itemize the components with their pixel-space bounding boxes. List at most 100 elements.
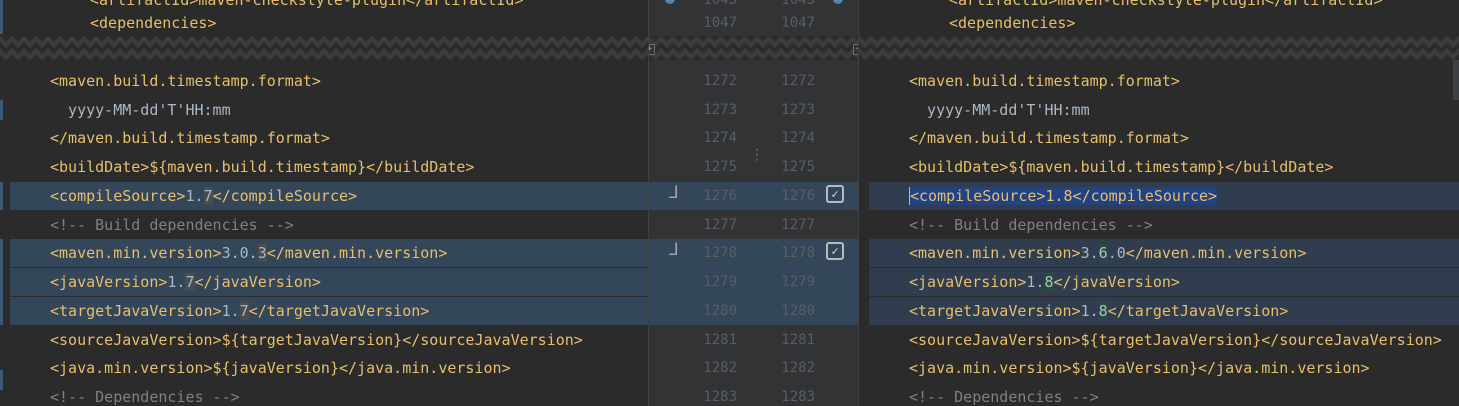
- line-number-right: 1276: [781, 188, 815, 204]
- code-text: <artifactId>maven-checkstyle-plugin</art…: [90, 0, 524, 9]
- collapsed-region-strip[interactable]: [649, 36, 858, 60]
- code-line-1273-right[interactable]: yyyy-MM-dd'T'HH:mm: [859, 96, 1459, 124]
- code-line-1272-right[interactable]: <maven.build.timestamp.format>: [859, 67, 1459, 95]
- diff-gutter: 1045 1045 1047 1047 + + 1272 1272 1273 1…: [648, 0, 859, 406]
- code-line-1274-left[interactable]: </maven.build.timestamp.format>: [0, 124, 648, 152]
- code-tag: </targetJavaVersion>: [248, 302, 430, 320]
- code-line-1280-left[interactable]: <targetJavaVersion>1.7</targetJavaVersio…: [10, 297, 648, 325]
- right-editor-pane[interactable]: <artifactId>maven-checkstyle-plugin</art…: [859, 0, 1459, 406]
- fold-expand-icon[interactable]: +: [649, 44, 655, 55]
- line-number-left: 1281: [703, 332, 737, 348]
- line-number-left: 1275: [703, 159, 737, 175]
- code-tag: </targetJavaVersion>: [1107, 302, 1289, 320]
- code-line-1283-right[interactable]: <!-- Dependencies -->: [859, 383, 1459, 406]
- code-text: </maven.build.timestamp.format>: [50, 129, 330, 147]
- code-text: <artifactId>maven-checkstyle-plugin</art…: [949, 0, 1383, 9]
- code-line-1272-left[interactable]: <maven.build.timestamp.format>: [0, 67, 648, 95]
- line-number-left: 1272: [703, 73, 737, 89]
- code-line-1274-right[interactable]: </maven.build.timestamp.format>: [859, 124, 1459, 152]
- code-line-1275-right[interactable]: <buildDate>${maven.build.timestamp}</bui…: [859, 153, 1459, 181]
- changed-char: 7: [185, 273, 195, 291]
- line-number-right: 1279: [781, 274, 815, 290]
- changed-char: 8: [1044, 273, 1054, 291]
- code-text: <dependencies>: [90, 14, 217, 32]
- gutter-row-1282: 1282 1282: [649, 354, 858, 382]
- checkbox-checked-icon[interactable]: ✓: [826, 242, 844, 260]
- left-change-marker: [0, 370, 3, 390]
- gutter-row-1281: 1281 1281: [649, 326, 858, 354]
- code-text: <maven.build.timestamp.format>: [909, 72, 1180, 90]
- left-change-marker: [0, 100, 3, 120]
- gutter-row-1283: 1283 1283: [649, 383, 858, 406]
- vertical-scrollbar-thumb[interactable]: [1453, 60, 1459, 100]
- apply-change-icon[interactable]: ⅃: [665, 184, 683, 202]
- code-line-1279-right[interactable]: <javaVersion>1.8</javaVersion>: [869, 268, 1459, 296]
- gutter-row-1279: 1279 1279: [649, 268, 858, 296]
- code-line-1282-right[interactable]: <java.min.version>${javaVersion}</java.m…: [859, 354, 1459, 382]
- selected-code: <compileSource>1.8</compileSource>: [909, 187, 1218, 205]
- code-tag: <maven.min.version>: [50, 244, 222, 262]
- code-value: 1.: [221, 302, 240, 320]
- code-value: 1.: [185, 187, 204, 205]
- code-text: <buildDate>${maven.build.timestamp}</bui…: [50, 158, 475, 176]
- code-text: <maven.build.timestamp.format>: [50, 72, 321, 90]
- code-line-1276-left[interactable]: <compileSource>1.7</compileSource>: [10, 182, 648, 210]
- line-number-right: 1282: [781, 360, 815, 376]
- code-tag: <javaVersion>: [909, 273, 1027, 291]
- code-line-1281-left[interactable]: <sourceJavaVersion>${targetJavaVersion}<…: [0, 326, 648, 354]
- code-line-1282-left[interactable]: <java.min.version>${javaVersion}</java.m…: [0, 354, 648, 382]
- changed-char: 6: [1098, 244, 1108, 262]
- code-line-1273-left[interactable]: yyyy-MM-dd'T'HH:mm: [0, 96, 648, 124]
- code-text: <java.min.version>${javaVersion}</java.m…: [909, 359, 1370, 377]
- line-number-left: 1274: [703, 130, 737, 146]
- code-text: <java.min.version>${javaVersion}</java.m…: [50, 359, 511, 377]
- left-change-marker: [0, 239, 3, 325]
- apply-change-icon[interactable]: ⅃: [665, 241, 683, 259]
- code-tag: </compileSource>: [212, 187, 358, 205]
- code-tag: <maven.min.version>: [909, 244, 1081, 262]
- collapsed-region-strip[interactable]: [0, 36, 648, 60]
- code-line-1278-left[interactable]: <maven.min.version>3.0.3</maven.min.vers…: [10, 239, 648, 267]
- code-line-1279-left[interactable]: <javaVersion>1.7</javaVersion>: [10, 268, 648, 296]
- line-number-right: 1047: [781, 15, 815, 31]
- changed-char: 7: [203, 187, 213, 205]
- code-tag: <targetJavaVersion>: [50, 302, 222, 320]
- code-tag: <javaVersion>: [50, 273, 168, 291]
- code-line-1283-left[interactable]: <!-- Dependencies -->: [0, 383, 648, 406]
- code-line-1277-right[interactable]: <!-- Build dependencies -->: [859, 211, 1459, 239]
- code-value: .0: [1107, 244, 1126, 262]
- code-tag: </maven.min.version>: [266, 244, 448, 262]
- line-number-right: 1275: [781, 159, 815, 175]
- checkbox-checked-icon[interactable]: ✓: [826, 185, 844, 203]
- gutter-row-1047: 1047 1047: [649, 9, 858, 37]
- left-editor-pane[interactable]: <artifactId>maven-checkstyle-plugin</art…: [0, 0, 648, 406]
- code-tag: </maven.min.version>: [1125, 244, 1307, 262]
- code-line-1280-right[interactable]: <targetJavaVersion>1.8</targetJavaVersio…: [869, 297, 1459, 325]
- code-text: yyyy-MM-dd'T'HH:mm: [909, 101, 1090, 119]
- line-number-left: 1278: [703, 245, 737, 261]
- code-value: 1.: [1080, 302, 1099, 320]
- line-number-right: 1280: [781, 303, 815, 319]
- line-number-left: 1282: [703, 360, 737, 376]
- code-tag: </javaVersion>: [1053, 273, 1180, 291]
- left-change-marker: [0, 182, 3, 210]
- code-text: <sourceJavaVersion>${targetJavaVersion}<…: [50, 331, 583, 349]
- line-number-left: 1283: [703, 389, 737, 405]
- line-number-left: 1273: [703, 102, 737, 118]
- code-line-1276-right[interactable]: <compileSource>1.8</compileSource>: [869, 182, 1459, 210]
- collapsed-region-strip[interactable]: [859, 36, 1459, 60]
- code-value: 3.: [1080, 244, 1099, 262]
- code-line-1281-right[interactable]: <sourceJavaVersion>${targetJavaVersion}<…: [859, 326, 1459, 354]
- line-number-left: 1276: [703, 188, 737, 204]
- code-line-1278-right[interactable]: <maven.min.version>3.6.0</maven.min.vers…: [869, 239, 1459, 267]
- code-line-1275-left[interactable]: <buildDate>${maven.build.timestamp}</bui…: [0, 153, 648, 181]
- line-number-left: 1280: [703, 303, 737, 319]
- code-value: 1.: [167, 273, 186, 291]
- code-text: <buildDate>${maven.build.timestamp}</bui…: [909, 158, 1334, 176]
- code-tag: <targetJavaVersion>: [909, 302, 1081, 320]
- code-tag: <compileSource>: [50, 187, 186, 205]
- drag-handle-icon[interactable]: ⋮: [750, 141, 764, 169]
- code-line-1277-left[interactable]: <!-- Build dependencies -->: [0, 211, 648, 239]
- code-line-1047-right[interactable]: <dependencies>: [859, 9, 1459, 37]
- code-line-1047-left[interactable]: <dependencies>: [0, 9, 648, 37]
